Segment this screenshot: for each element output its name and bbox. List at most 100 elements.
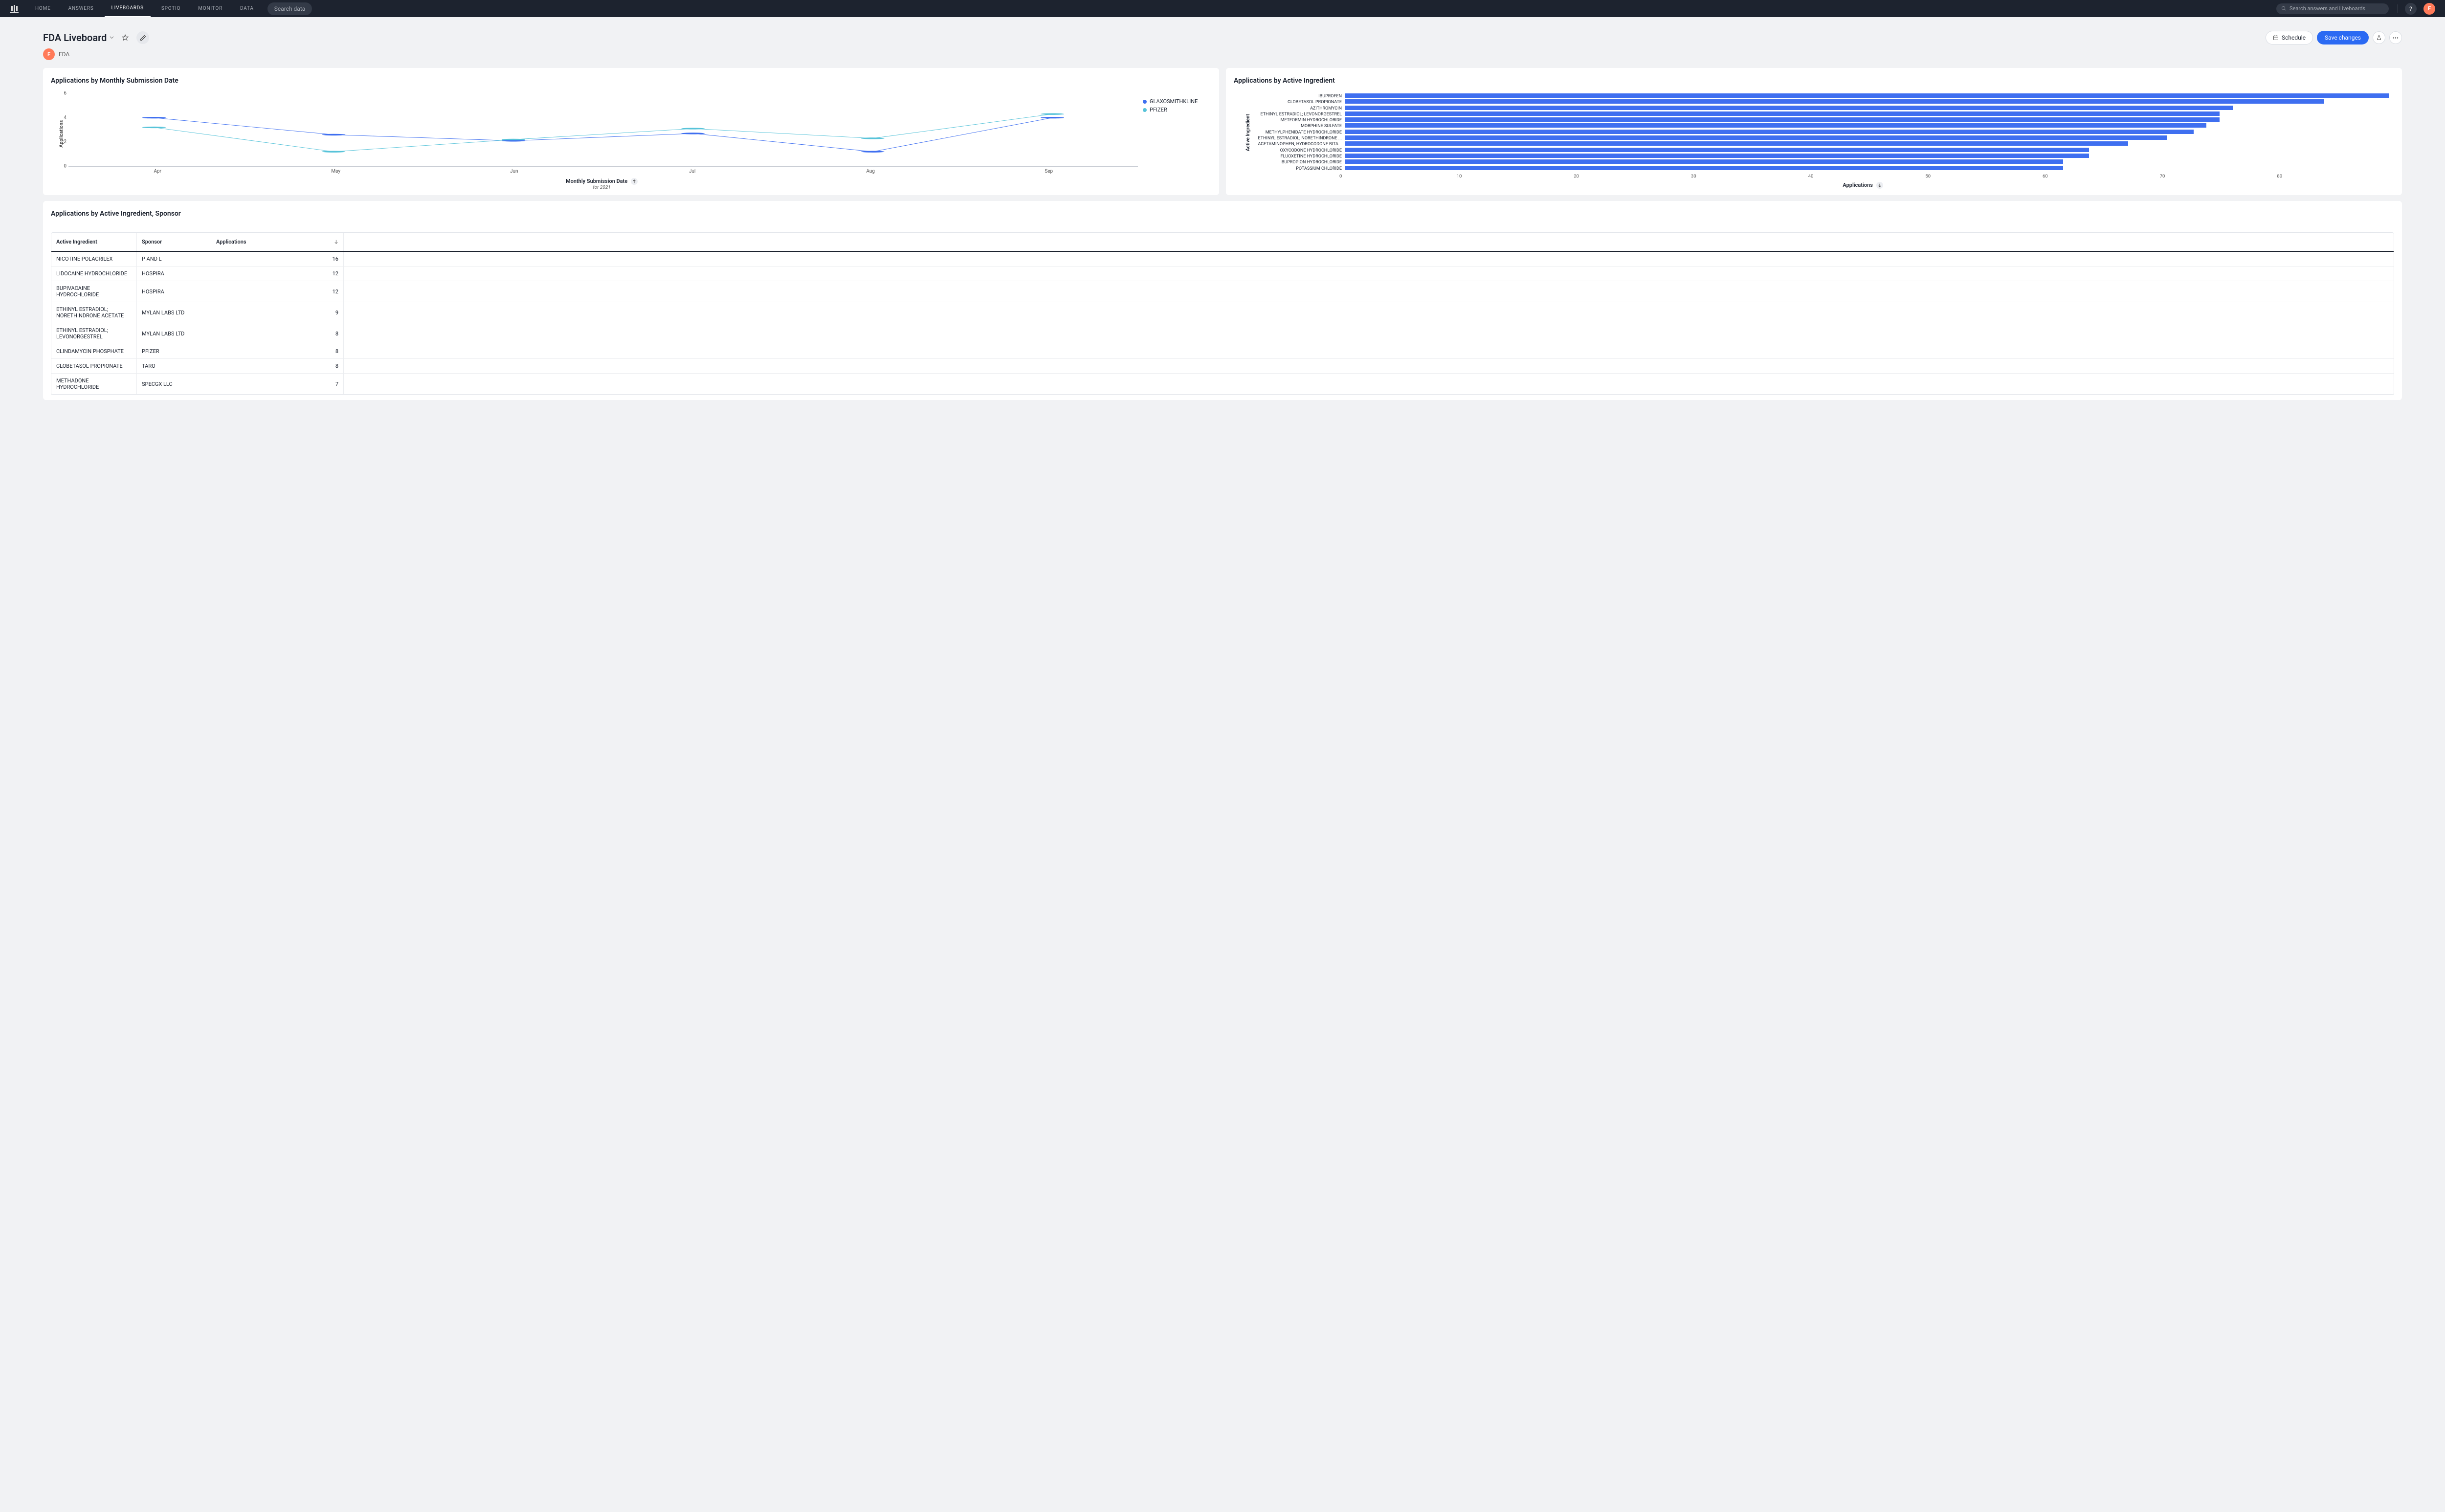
search-data-button[interactable]: Search data (267, 2, 312, 15)
favorite-button[interactable] (119, 31, 132, 44)
title-dropdown-caret[interactable] (110, 34, 114, 42)
share-button[interactable] (2373, 31, 2385, 44)
sort-indicator[interactable] (631, 178, 638, 185)
card-title: Applications by Monthly Submission Date (51, 77, 1211, 85)
hbar-bar[interactable] (1345, 135, 2167, 140)
user-avatar[interactable]: F (2423, 3, 2435, 15)
card-submissions-line: Applications by Monthly Submission Date … (43, 68, 1219, 195)
hbar-category-label: ETHINYL ESTRADIOL; NORETHINDRONE ... (1254, 135, 1345, 141)
hbar-bar[interactable] (1345, 166, 2063, 170)
table-row[interactable]: NICOTINE POLACRILEXP AND L16 (51, 252, 2394, 267)
nav-item-spotiq[interactable]: SPOTIQ (155, 0, 187, 17)
x-tick: 80 (2277, 174, 2394, 179)
hbar-category-label: POTASSIUM CHLORIDE (1254, 166, 1345, 172)
x-tick: 20 (1574, 174, 1691, 179)
hbar-bar[interactable] (1345, 159, 2063, 164)
dots-icon (2393, 37, 2399, 39)
x-axis-title: Monthly Submission Date for 2021 (66, 178, 1138, 190)
y-tick: 6 (64, 91, 67, 96)
save-button[interactable]: Save changes (2317, 31, 2369, 44)
x-tick: Jul (603, 169, 782, 174)
cell-sponsor: MYLAN LABS LTD (137, 302, 211, 323)
owner-avatar[interactable]: F (43, 48, 55, 60)
x-tick: Sep (960, 169, 1138, 174)
more-button[interactable] (2389, 31, 2402, 44)
hbar-category-label: IBUPROFEN (1254, 93, 1345, 99)
cell-ingredient: CLINDAMYCIN PHOSPHATE (51, 344, 137, 358)
cell-applications: 16 (211, 252, 344, 266)
table-row[interactable]: CLOBETASOL PROPIONATETARO8 (51, 359, 2394, 374)
card-active-ingredient-bar: Applications by Active Ingredient Active… (1226, 68, 2402, 195)
hbar-category-label: CLOBETASOL PROPIONATE (1254, 99, 1345, 105)
cell-sponsor: MYLAN LABS LTD (137, 323, 211, 344)
hbar-category-label: METHYLPHENIDATE HYDROCHLORIDE (1254, 130, 1345, 135)
arrow-down-icon (334, 240, 338, 244)
cell-ingredient: ETHINYL ESTRADIOL; LEVONORGESTREL (51, 323, 137, 344)
y-tick: 4 (64, 115, 67, 120)
table-row[interactable]: ETHINYL ESTRADIOL; LEVONORGESTRELMYLAN L… (51, 323, 2394, 344)
cell-sponsor: PFIZER (137, 344, 211, 358)
help-button[interactable]: ? (2405, 3, 2417, 15)
nav-item-liveboards[interactable]: LIVEBOARDS (105, 0, 151, 17)
hbar-bar[interactable] (1345, 106, 2233, 110)
nav-item-home[interactable]: HOME (28, 0, 58, 17)
cell-ingredient: METHADONE HYDROCHLORIDE (51, 374, 137, 394)
cell-applications: 12 (211, 281, 344, 302)
col-header-sponsor[interactable]: Sponsor (137, 233, 211, 251)
nav-item-monitor[interactable]: MONITOR (191, 0, 229, 17)
hbar-bar[interactable] (1345, 99, 2324, 104)
line-chart-plot[interactable]: 0246 (68, 93, 1138, 167)
global-search-input[interactable]: Search answers and Liveboards (2276, 3, 2389, 14)
nav-item-answers[interactable]: ANSWERS (62, 0, 101, 17)
table-row[interactable]: CLINDAMYCIN PHOSPHATEPFIZER8 (51, 344, 2394, 359)
hbar-category-label: AZITHROMYCIN (1254, 106, 1345, 111)
x-tick: 30 (1691, 174, 1808, 179)
arrow-down-icon (1878, 183, 1882, 187)
table-row[interactable]: ETHINYL ESTRADIOL; NORETHINDRONE ACETATE… (51, 302, 2394, 323)
cell-applications: 7 (211, 374, 344, 394)
hbar-bar[interactable] (1345, 111, 2220, 116)
chevron-down-icon (110, 35, 114, 40)
nav-item-data[interactable]: DATA (233, 0, 261, 17)
legend-item[interactable]: PFIZER (1143, 107, 1211, 113)
hbar-category-label: BUPROPION HYDROCHLORIDE (1254, 159, 1345, 165)
cell-ingredient: LIDOCAINE HYDROCHLORIDE (51, 267, 137, 281)
x-tick: Aug (781, 169, 960, 174)
table-row[interactable]: BUPIVACAINE HYDROCHLORIDEHOSPIRA12 (51, 281, 2394, 302)
y-tick: 0 (64, 164, 67, 169)
hbar-category-label: MORPHINE SULFATE (1254, 123, 1345, 129)
x-tick: 50 (1925, 174, 2043, 179)
sort-indicator[interactable] (1876, 182, 1883, 189)
cell-applications: 8 (211, 344, 344, 358)
col-header-applications[interactable]: Applications (211, 233, 344, 251)
edit-button[interactable] (136, 31, 149, 44)
table-row[interactable]: LIDOCAINE HYDROCHLORIDEHOSPIRA12 (51, 267, 2394, 281)
hbar-category-label: FLUOXETINE HYDROCHLORIDE (1254, 154, 1345, 159)
cell-ingredient: NICOTINE POLACRILEX (51, 252, 137, 266)
hbar-bar[interactable] (1345, 130, 2194, 134)
cell-sponsor: TARO (137, 359, 211, 373)
table-row[interactable]: METHADONE HYDROCHLORIDESPECGX LLC7 (51, 374, 2394, 395)
page-title: FDA Liveboard (43, 32, 107, 44)
cell-ingredient: ETHINYL ESTRADIOL; NORETHINDRONE ACETATE (51, 302, 137, 323)
share-icon (2376, 35, 2382, 41)
x-tick: Apr (68, 169, 247, 174)
x-tick: 0 (1339, 174, 1457, 179)
x-tick: Jun (425, 169, 603, 174)
schedule-button[interactable]: Schedule (2266, 31, 2313, 44)
page-header: FDA Liveboard Schedule Save changes (43, 25, 2402, 46)
hbar-bar[interactable] (1345, 141, 2128, 146)
col-header-ingredient[interactable]: Active Ingredient (51, 233, 137, 251)
hbar-bar[interactable] (1345, 93, 2389, 98)
app-logo[interactable] (10, 4, 19, 13)
legend-item[interactable]: GLAXOSMITHKLINE (1143, 98, 1211, 105)
hbar-bar[interactable] (1345, 148, 2089, 152)
owner-row: F FDA (43, 46, 2402, 68)
pencil-icon (140, 35, 146, 41)
hbar-bar[interactable] (1345, 117, 2220, 122)
x-tick: 70 (2160, 174, 2277, 179)
hbar-bar[interactable] (1345, 154, 2089, 158)
hbar-chart-plot[interactable] (1345, 93, 2389, 172)
card-ingredient-sponsor-table: Applications by Active Ingredient, Spons… (43, 201, 2402, 400)
hbar-bar[interactable] (1345, 123, 2206, 128)
